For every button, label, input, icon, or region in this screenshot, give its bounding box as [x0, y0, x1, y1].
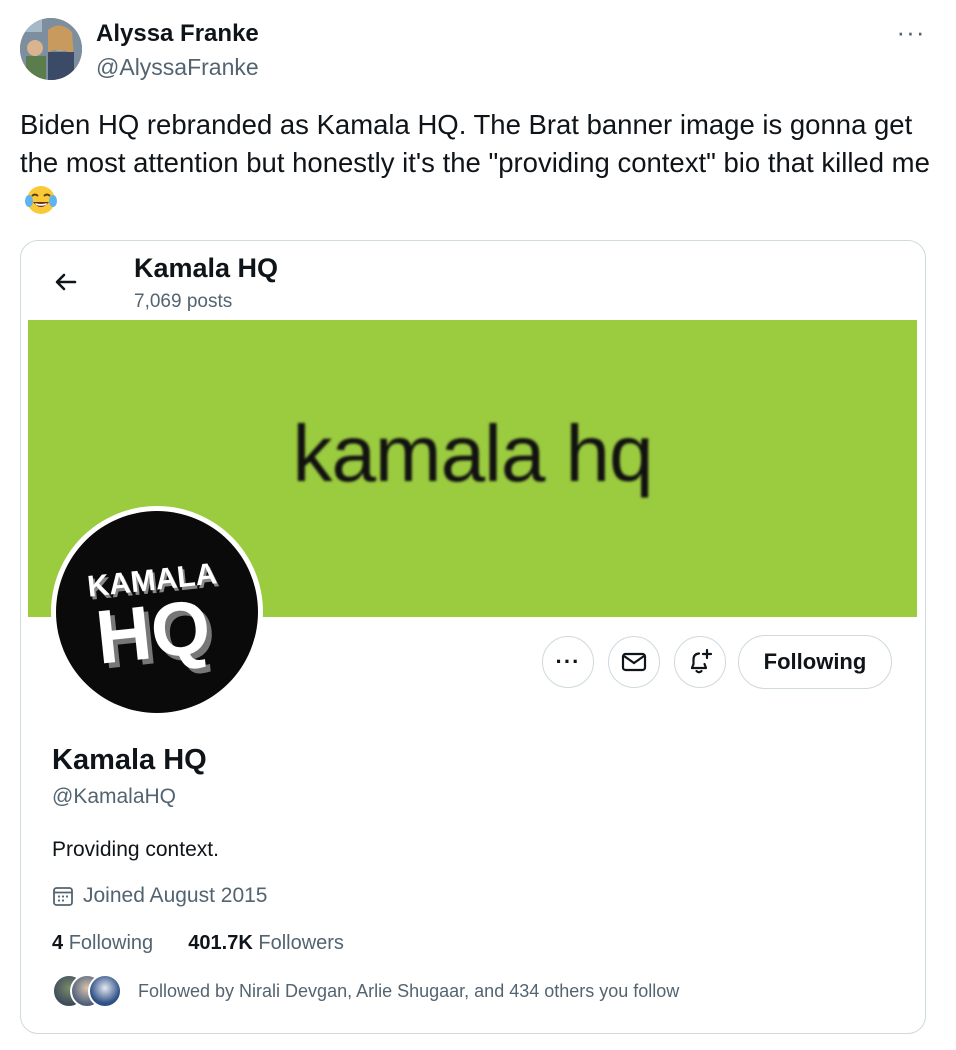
followers-count: 401.7K — [188, 932, 253, 954]
followers-label: Followers — [258, 932, 344, 954]
back-arrow-icon — [55, 273, 77, 291]
profile-header-title: Kamala HQ — [134, 253, 279, 283]
notifications-button[interactable] — [674, 636, 726, 688]
envelope-icon — [621, 652, 647, 672]
kamala-hq-logo: KAMALA KAMALA HQ HQ — [56, 511, 258, 713]
following-count: 4 — [52, 932, 64, 954]
followers-stat[interactable]: 401.7K Followers — [188, 932, 344, 954]
profile-name: Kamala HQ — [52, 744, 207, 776]
author-name[interactable]: Alyssa Franke — [96, 20, 259, 48]
bell-plus-icon — [690, 648, 713, 674]
profile-bio: Providing context. — [52, 838, 219, 861]
embedded-image-card[interactable]: Kamala HQ 7,069 posts kamala hq KAMALA K… — [20, 240, 926, 1034]
logo-line2: HQ — [92, 584, 214, 680]
profile-handle: @KamalaHQ — [52, 785, 177, 808]
followed-by-text: Followed by Nirali Devgan, Arlie Shugaar… — [138, 980, 680, 1001]
more-dots-icon: ··· — [555, 649, 581, 674]
followed-by-avatars — [52, 974, 124, 1008]
tweet-text-body: Biden HQ rebranded as Kamala HQ. The Bra… — [20, 109, 930, 178]
message-button[interactable] — [608, 636, 660, 688]
tears-of-joy-emoji-icon — [24, 184, 58, 214]
profile-avatar: KAMALA KAMALA HQ HQ — [51, 506, 263, 718]
following-button[interactable]: Following — [738, 635, 892, 689]
author-handle[interactable]: @AlyssaFranke — [96, 54, 259, 81]
profile-stats: 4 Following 401.7K Followers — [52, 932, 344, 955]
banner-text: kamala hq — [292, 409, 653, 498]
tweet-text: Biden HQ rebranded as Kamala HQ. The Bra… — [20, 106, 936, 220]
joined-date: Joined August 2015 — [52, 884, 268, 908]
following-label: Following — [68, 932, 154, 954]
posts-count: 7,069 posts — [134, 291, 233, 312]
author-avatar[interactable] — [20, 18, 82, 80]
profile-more-button[interactable]: ··· — [542, 636, 594, 688]
follower-avatar-3 — [88, 974, 122, 1008]
calendar-icon — [53, 887, 73, 906]
joined-text: Joined August 2015 — [83, 884, 268, 907]
following-stat[interactable]: 4 Following — [52, 932, 153, 954]
more-options-button[interactable]: ··· — [893, 19, 929, 50]
followed-by[interactable]: Followed by Nirali Devgan, Arlie Shugaar… — [52, 974, 679, 1008]
